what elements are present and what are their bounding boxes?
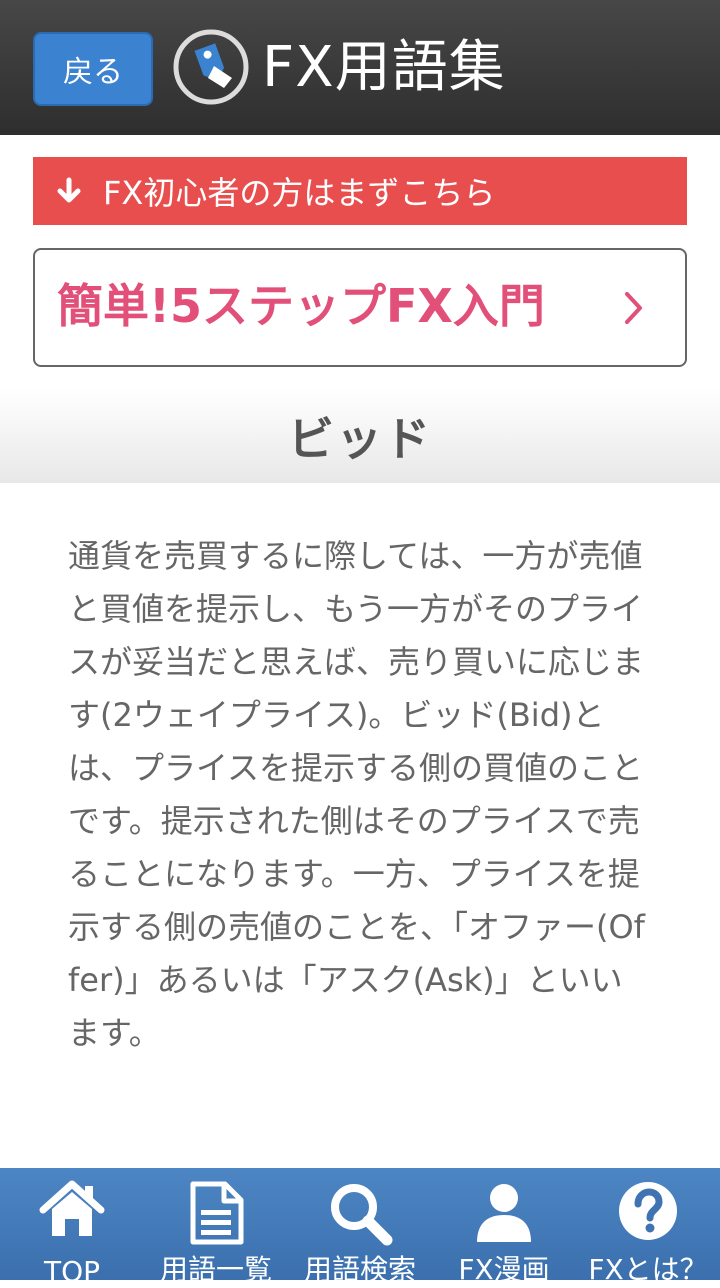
fx-intro-label: 簡単!5ステップFX入門 [57, 279, 545, 333]
home-icon [39, 1180, 105, 1236]
tag-icon [173, 29, 249, 105]
bottom-nav: TOP 用語一覧 用語検索 FX漫画 FXとは？ [0, 1168, 720, 1288]
term-description: 通貨を売買するに際しては、一方が売値と買値を提示し、もう一方がそのプライスが妥当… [68, 537, 645, 1052]
nav-label-glossary: 用語一覧 [159, 1253, 272, 1286]
app-title: FX用語集 [262, 35, 506, 100]
nav-label-top: TOP [43, 1255, 101, 1288]
nav-item-manga[interactable]: FX漫画 [432, 1168, 576, 1286]
nav-label-about-fx: FXとは？ [588, 1253, 708, 1286]
fx-intro-link[interactable]: 簡単!5ステップFX入門 [33, 248, 687, 367]
chevron-right-icon [625, 292, 642, 324]
back-button[interactable]: 戻る [33, 32, 153, 106]
search-icon [331, 1184, 393, 1246]
nav-item-top[interactable]: TOP [0, 1168, 144, 1288]
beginner-banner-label: FX初心者の方はまずこちら [103, 174, 496, 212]
arrow-down-icon [57, 177, 81, 203]
nav-item-search[interactable]: 用語検索 [288, 1168, 432, 1286]
app-header: 戻る FX用語集 [0, 0, 720, 135]
beginner-banner[interactable]: FX初心者の方はまずこちら [33, 157, 687, 225]
person-icon [477, 1184, 531, 1242]
question-icon [619, 1182, 677, 1240]
document-icon [190, 1181, 244, 1245]
nav-item-glossary[interactable]: 用語一覧 [144, 1168, 288, 1286]
term-header: ビッド [0, 388, 720, 483]
nav-label-search: 用語検索 [303, 1253, 416, 1286]
term-title: ビッド [288, 411, 432, 466]
nav-item-about-fx[interactable]: FXとは？ [576, 1168, 720, 1286]
nav-label-manga: FX漫画 [458, 1253, 550, 1286]
